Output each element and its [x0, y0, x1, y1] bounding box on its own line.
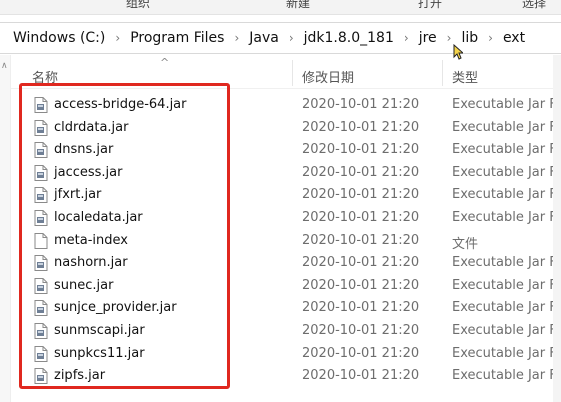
- file-date-modified: 2020-10-01 21:20: [302, 97, 420, 112]
- file-type: Executable Jar Fi: [452, 368, 560, 384]
- file-date-modified: 2020-10-01 21:20: [302, 232, 420, 248]
- file-type: Executable Jar Fi: [452, 345, 560, 361]
- breadcrumb[interactable]: Windows (C:) › Program Files › Java › jd…: [0, 22, 561, 54]
- file-date-modified: 2020-10-01 21:20: [302, 255, 420, 271]
- jar-file-icon: [34, 142, 48, 159]
- jar-file-icon: [34, 119, 48, 136]
- file-row[interactable]: nashorn.jar 2020-10-01 21:20 Executable …: [0, 252, 561, 275]
- column-header-row: ^ 名称 修改日期 类型: [10, 56, 561, 89]
- file-date-modified: 2020-10-01 21:20: [302, 368, 420, 384]
- jar-file-icon: [34, 322, 48, 339]
- collapse-arrow-icon[interactable]: ∧: [1, 61, 8, 71]
- ribbon-strip: 组织 新建 打开 选择: [0, 0, 561, 15]
- jar-file-icon: [34, 187, 48, 204]
- file-type: Executable Jar Fi: [452, 164, 560, 180]
- file-name[interactable]: access-bridge-64.jar: [54, 97, 187, 112]
- jar-file-icon: [34, 368, 48, 385]
- file-date-modified: 2020-10-01 21:20: [302, 209, 420, 225]
- file-type: 文件: [452, 236, 479, 252]
- file-date-modified: 2020-10-01 21:20: [302, 277, 420, 293]
- file-name[interactable]: sunjce_provider.jar: [54, 300, 177, 315]
- file-type: Executable Jar Fi: [452, 209, 560, 225]
- breadcrumb-separator-icon[interactable]: ›: [481, 31, 500, 45]
- jar-file-icon: [34, 345, 48, 362]
- blank-file-icon: [34, 232, 48, 249]
- file-row[interactable]: meta-index 2020-10-01 21:20 文件: [0, 230, 561, 253]
- file-name[interactable]: dnsns.jar: [54, 142, 113, 157]
- breadcrumb-item-java[interactable]: Java: [246, 30, 282, 46]
- file-row[interactable]: sunpkcs11.jar 2020-10-01 21:20 Executabl…: [0, 343, 561, 366]
- jar-file-icon: [34, 97, 48, 113]
- file-row[interactable]: jfxrt.jar 2020-10-01 21:20 Executable Ja…: [0, 184, 561, 207]
- file-name[interactable]: sunec.jar: [54, 278, 113, 293]
- breadcrumb-item-jdk[interactable]: jdk1.8.0_181: [301, 30, 397, 46]
- file-name[interactable]: jaccess.jar: [54, 165, 122, 180]
- sort-ascending-icon[interactable]: ^: [160, 56, 169, 69]
- ribbon-select-label[interactable]: 选择: [522, 0, 546, 11]
- file-name[interactable]: sunmscapi.jar: [54, 323, 145, 338]
- file-row[interactable]: cldrdata.jar 2020-10-01 21:20 Executable…: [0, 117, 561, 140]
- breadcrumb-separator-icon[interactable]: ›: [440, 31, 459, 45]
- file-row[interactable]: localedata.jar 2020-10-01 21:20 Executab…: [0, 207, 561, 230]
- file-type: Executable Jar Fi: [452, 255, 560, 271]
- ribbon-new-label[interactable]: 新建: [286, 0, 310, 11]
- file-name[interactable]: meta-index: [54, 233, 128, 248]
- jar-file-icon: [34, 255, 48, 272]
- file-date-modified: 2020-10-01 21:20: [302, 345, 420, 361]
- ribbon-open-label[interactable]: 打开: [418, 0, 442, 11]
- file-type: Executable Jar Fi: [452, 97, 560, 112]
- file-type: Executable Jar Fi: [452, 142, 560, 158]
- file-name[interactable]: cldrdata.jar: [54, 120, 128, 135]
- breadcrumb-separator-icon[interactable]: ›: [397, 31, 416, 45]
- jar-file-icon: [34, 209, 48, 226]
- ribbon-organize-label[interactable]: 组织: [126, 0, 150, 11]
- file-date-modified: 2020-10-01 21:20: [302, 322, 420, 338]
- file-name[interactable]: localedata.jar: [54, 210, 143, 225]
- file-row[interactable]: sunmscapi.jar 2020-10-01 21:20 Executabl…: [0, 320, 561, 343]
- column-header-type[interactable]: 类型: [452, 67, 478, 86]
- file-type: Executable Jar Fi: [452, 119, 560, 135]
- breadcrumb-item-ext[interactable]: ext: [500, 30, 528, 46]
- breadcrumb-item-windows-c[interactable]: Windows (C:): [10, 30, 108, 46]
- file-row[interactable]: sunjce_provider.jar 2020-10-01 21:20 Exe…: [0, 297, 561, 320]
- file-type: Executable Jar Fi: [452, 187, 560, 203]
- breadcrumb-item-program-files[interactable]: Program Files: [127, 30, 227, 46]
- column-header-date-modified[interactable]: 修改日期: [302, 67, 354, 86]
- breadcrumb-separator-icon[interactable]: ›: [108, 31, 127, 45]
- file-name[interactable]: zipfs.jar: [54, 368, 105, 383]
- breadcrumb-separator-icon[interactable]: ›: [227, 31, 246, 45]
- file-type: Executable Jar Fi: [452, 277, 560, 293]
- file-row[interactable]: sunec.jar 2020-10-01 21:20 Executable Ja…: [0, 275, 561, 298]
- file-list: access-bridge-64.jar 2020-10-01 21:20 Ex…: [0, 94, 561, 388]
- file-name[interactable]: jfxrt.jar: [54, 187, 101, 202]
- file-date-modified: 2020-10-01 21:20: [302, 142, 420, 158]
- file-name[interactable]: nashorn.jar: [54, 255, 128, 270]
- file-date-modified: 2020-10-01 21:20: [302, 187, 420, 203]
- jar-file-icon: [34, 164, 48, 181]
- file-row[interactable]: dnsns.jar 2020-10-01 21:20 Executable Ja…: [0, 139, 561, 162]
- file-type: Executable Jar Fi: [452, 322, 560, 338]
- file-type: Executable Jar Fi: [452, 300, 560, 316]
- column-header-name[interactable]: 名称: [32, 67, 58, 86]
- column-divider[interactable]: [292, 60, 293, 86]
- vertical-scrollbar[interactable]: [553, 55, 561, 402]
- file-date-modified: 2020-10-01 21:20: [302, 300, 420, 316]
- file-date-modified: 2020-10-01 21:20: [302, 119, 420, 135]
- breadcrumb-item-jre[interactable]: jre: [416, 30, 440, 46]
- column-divider[interactable]: [442, 60, 443, 86]
- file-row[interactable]: jaccess.jar 2020-10-01 21:20 Executable …: [0, 162, 561, 185]
- file-date-modified: 2020-10-01 21:20: [302, 164, 420, 180]
- jar-file-icon: [34, 277, 48, 294]
- file-row[interactable]: access-bridge-64.jar 2020-10-01 21:20 Ex…: [0, 94, 561, 117]
- jar-file-icon: [34, 300, 48, 317]
- file-row[interactable]: zipfs.jar 2020-10-01 21:20 Executable Ja…: [0, 365, 561, 388]
- file-name[interactable]: sunpkcs11.jar: [54, 346, 145, 361]
- breadcrumb-separator-icon[interactable]: ›: [282, 31, 301, 45]
